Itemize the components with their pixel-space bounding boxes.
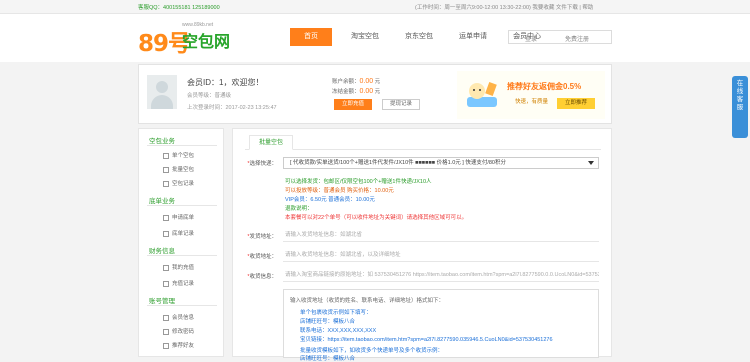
sidebar-section-dipiao: 底单业务 [149, 198, 175, 205]
recharge-button[interactable]: 立即充值 [334, 99, 372, 110]
info-line-5: 本套餐可以对22个单号（可以收件地址为关键词）请选择其他区域可可以。 [285, 215, 468, 221]
receiver-input[interactable]: 请输入收货地址信息：如湖北省，以及详细地址 [283, 250, 599, 262]
lock-icon [163, 328, 169, 335]
promo-button[interactable]: 立即推荐 [557, 98, 595, 109]
topbar-links[interactable]: (工作时间：周一至周六9:00-12:00 13:30-22:00) 我要收藏 … [415, 3, 593, 11]
nav-waybill[interactable]: 运单申请 [452, 28, 494, 46]
site-logo[interactable]: 89号 www.89kb.net 空包网 [138, 20, 243, 57]
info-line-1: 可以选择发货：包邮区/仅限空包100个+赠送1件快递/JX10人 [285, 179, 432, 185]
sidebar-section-kongbao: 空包业务 [149, 138, 175, 145]
info-line-4: 退款说明： [285, 206, 313, 212]
register-link[interactable]: 免费注册 [565, 34, 589, 43]
online-service-tab[interactable]: 在线客服 [732, 76, 748, 138]
balance: 账户余额：0.00 元 [332, 78, 381, 85]
user-icon [163, 314, 169, 321]
info-line-2: 可以投放等级：普通会员 购买价格：10.00元 [285, 188, 394, 194]
boxes-icon [163, 166, 169, 173]
account-summary-card: 会员ID：1，欢迎您！ 会员等级：普通级 上次登录时间：2017-02-23 1… [138, 64, 612, 124]
sidebar-item-recharge[interactable]: 我的充值 [163, 263, 194, 271]
list-icon [163, 280, 169, 287]
sender-input[interactable]: 请输入发货地址信息：如湖北省 [283, 230, 599, 242]
receiver-label: *收货地址： [247, 254, 277, 260]
last-login: 上次登录时间：2017-02-23 13:25:47 [187, 105, 277, 111]
customer-service-qq: 客服QQ：400155181 125189000 [138, 5, 220, 11]
sidebar-item-records[interactable]: 空包记录 [163, 179, 194, 187]
sidebar-item-profile[interactable]: 会员信息 [163, 313, 194, 321]
user-icon: ☺ [515, 34, 522, 40]
sidebar: 空包业务 单个空包 批量空包 空包记录 底单业务 申请底单 底单记录 财务信息 … [138, 128, 224, 357]
sidebar-item-single[interactable]: 单个空包 [163, 151, 194, 159]
nav-home[interactable]: 首页 [290, 28, 332, 46]
mascot-icon [467, 81, 497, 107]
box-icon [163, 152, 169, 159]
nav-jd[interactable]: 京东空包 [398, 28, 440, 46]
list-icon [163, 230, 169, 237]
info-line-3: VIP会员：6.50元 普通会员：10.00元 [285, 197, 375, 203]
express-label: *选择快递： [247, 161, 277, 167]
sender-label: *发货地址： [247, 234, 277, 240]
chevron-down-icon [588, 161, 594, 165]
login-link[interactable]: 登录 [525, 34, 537, 43]
main-panel: 批量空包 *选择快递： [ 代收货款/实单送货/100个+赠送1件代发件/JX1… [232, 128, 612, 362]
sidebar-item-batch[interactable]: 批量空包 [163, 165, 194, 173]
logo-name: 空包网 [182, 34, 231, 51]
site-header: 89号 www.89kb.net 空包网 首页 淘宝空包 京东空包 运单申请 会… [0, 14, 750, 62]
member-level: 会员等级：普通级 [187, 93, 232, 99]
sidebar-item-referral[interactable]: 推荐好友 [163, 341, 194, 349]
product-link-input[interactable]: 请输入淘宝商品链接的原始地址：如 537530451276 https://it… [283, 270, 599, 282]
sidebar-item-password[interactable]: 修改密码 [163, 327, 194, 335]
sidebar-section-account: 账号管理 [149, 298, 175, 305]
file-icon [163, 214, 169, 221]
service-label: 在线客服 [736, 80, 744, 111]
address-label: *收货信息： [247, 274, 277, 280]
login-register-box: ☺ 登录 免费注册 [508, 30, 612, 44]
referral-promo-banner[interactable]: 推荐好友返佣金0.5% 快速，有质量 立即推荐 [457, 71, 605, 119]
sidebar-section-finance: 财务信息 [149, 248, 175, 255]
withdraw-button[interactable]: 提现记录 [382, 99, 420, 110]
tab-batch[interactable]: 批量空包 [249, 135, 293, 150]
nav-taobao[interactable]: 淘宝空包 [344, 28, 386, 46]
share-icon [163, 342, 169, 349]
sidebar-item-recharge-records[interactable]: 充值记录 [163, 279, 194, 287]
avatar [147, 75, 177, 109]
express-select[interactable]: [ 代收货款/实单送货/100个+赠送1件代发件/JX10件 ■■■■■■ 价格… [283, 157, 599, 169]
top-info-bar: 客服QQ：400155181 125189000 (工作时间：周一至周六9:00… [0, 0, 750, 14]
list-icon [163, 180, 169, 187]
address-textarea[interactable]: 输入收货地址（收货的姓名、联系电话、详细地址）格式如下： 单个包裹收货示例如下填… [283, 289, 599, 362]
wallet-icon [163, 264, 169, 271]
frozen-balance: 冻结金额：0.00 元 [332, 88, 381, 95]
sidebar-item-apply[interactable]: 申请底单 [163, 213, 194, 221]
greeting: 会员ID：1，欢迎您！ [187, 78, 264, 87]
promo-title: 推荐好友返佣金0.5% [507, 82, 582, 91]
sidebar-item-dipiao-records[interactable]: 底单记录 [163, 229, 194, 237]
promo-subtitle: 快速，有质量 [515, 99, 549, 105]
